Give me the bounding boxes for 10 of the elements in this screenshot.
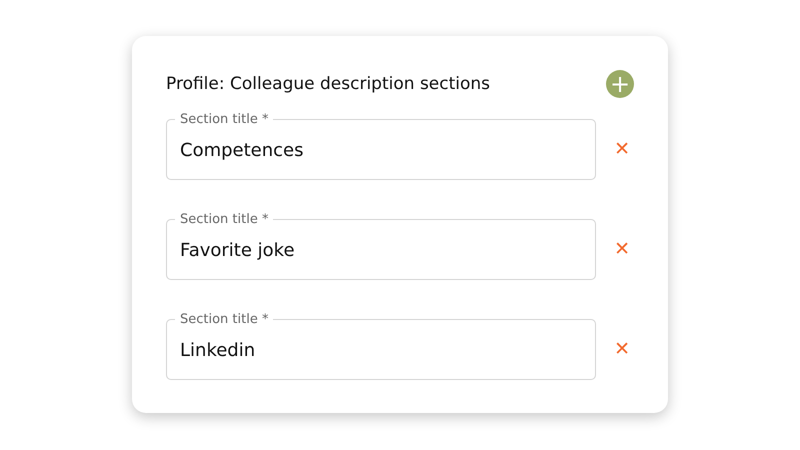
section-title-input[interactable]: Linkedin	[180, 340, 582, 360]
field-label: Section title *	[179, 312, 270, 327]
field-label: Section title *	[179, 212, 270, 227]
section-title-field[interactable]: Section title * Favorite joke	[166, 212, 596, 280]
section-title-field[interactable]: Section title * Linkedin	[166, 312, 596, 380]
section-title-input[interactable]: Favorite joke	[180, 240, 582, 260]
card-title: Profile: Colleague description sections	[166, 74, 490, 94]
section-title-input[interactable]: Competences	[180, 140, 582, 160]
section-title-field[interactable]: Section title * Competences	[166, 112, 596, 180]
field-label: Section title *	[179, 112, 270, 127]
